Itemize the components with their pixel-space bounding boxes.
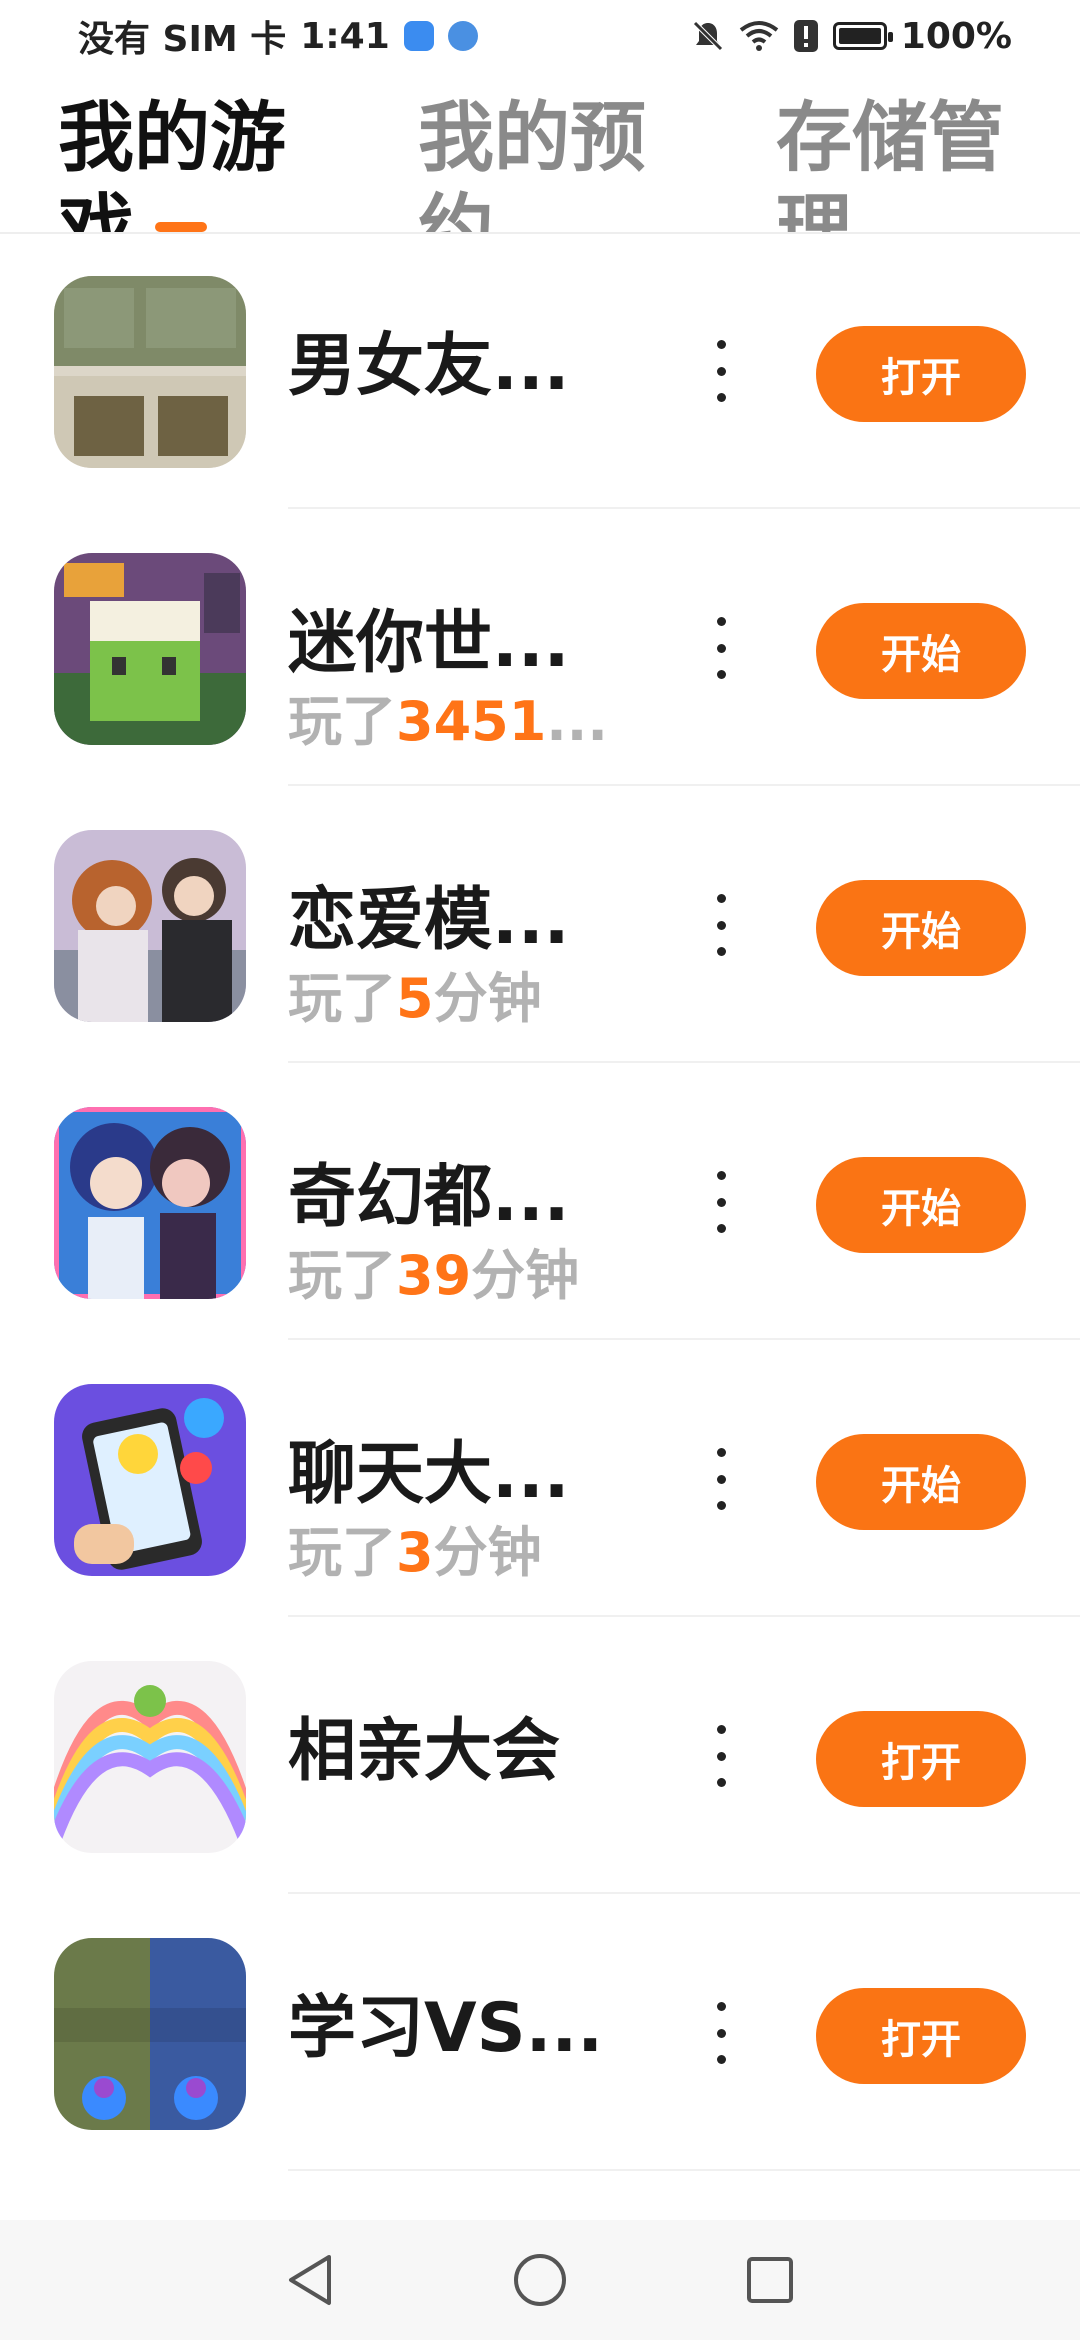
game-title: 相亲大会 <box>288 1712 561 1791</box>
open-button[interactable]: 打开 <box>816 326 1026 422</box>
play-time: 玩了5分钟 <box>288 954 542 1033</box>
more-options-icon[interactable] <box>706 1163 736 1241</box>
game-title: 学习VS... <box>288 1989 604 2068</box>
game-title: 恋爱模... <box>288 881 570 960</box>
start-button[interactable]: 开始 <box>816 1157 1026 1253</box>
more-options-icon[interactable] <box>706 1440 736 1518</box>
list-item[interactable]: 恋爱模... 玩了5分钟 开始 <box>0 786 1080 1063</box>
list-item[interactable]: 奇幻都... 玩了39分钟 开始 <box>0 1063 1080 1340</box>
play-time: 玩了39分钟 <box>288 1231 579 1310</box>
system-nav-bar <box>0 2220 1080 2340</box>
play-time-suffix: 分钟 <box>433 967 542 1030</box>
recents-icon[interactable] <box>740 2250 800 2310</box>
play-time-suffix: ... <box>546 690 608 753</box>
battery-text: 100% <box>900 15 1012 57</box>
more-options-icon[interactable] <box>706 1994 736 2072</box>
alert-icon <box>793 20 818 52</box>
start-button[interactable]: 开始 <box>816 603 1026 699</box>
list-item[interactable]: 相亲大会 打开 <box>0 1617 1080 1894</box>
game-icon-3 <box>54 830 246 1022</box>
mute-icon <box>693 21 723 51</box>
battery-icon <box>832 22 893 50</box>
open-button[interactable]: 打开 <box>816 1711 1026 1807</box>
status-left: 没有 SIM 卡 1:41 <box>78 10 478 62</box>
play-time-value: 3 <box>396 1521 434 1584</box>
play-time-suffix: 分钟 <box>471 1244 580 1307</box>
more-options-icon[interactable] <box>706 1717 736 1795</box>
game-title: 聊天大... <box>288 1435 570 1514</box>
back-icon[interactable] <box>280 2250 340 2310</box>
list-item[interactable]: 迷你世... 玩了3451... 开始 <box>0 509 1080 786</box>
play-time: 玩了3分钟 <box>288 1508 542 1587</box>
play-time-value: 3451 <box>396 690 547 753</box>
start-button[interactable]: 开始 <box>816 880 1026 976</box>
active-tab-indicator <box>155 222 207 232</box>
wifi-icon <box>739 21 779 51</box>
game-icon-1 <box>54 276 246 468</box>
home-icon[interactable] <box>510 2250 570 2310</box>
status-right: 100% <box>691 16 1012 57</box>
start-button[interactable]: 开始 <box>816 1434 1026 1530</box>
more-options-icon[interactable] <box>706 332 736 410</box>
clock: 1:41 <box>300 15 390 57</box>
play-time-prefix: 玩了 <box>288 1244 396 1307</box>
game-title: 奇幻都... <box>288 1158 570 1237</box>
game-icon-4 <box>54 1107 246 1299</box>
game-list: 男女友... 打开 迷你世... 玩了3451... 开始 恋爱模... 玩了5… <box>0 232 1080 2171</box>
list-item[interactable]: 学习VS... 打开 <box>0 1894 1080 2171</box>
status-bar: 没有 SIM 卡 1:41 100% <box>0 0 1080 72</box>
tab-storage-management[interactable]: 存储管理 <box>776 92 1016 232</box>
play-time-value: 39 <box>396 1244 472 1307</box>
game-icon-2 <box>54 553 246 745</box>
carrier-text: 没有 SIM 卡 <box>78 19 287 60</box>
cloud-icon <box>403 21 434 51</box>
play-time-value: 5 <box>396 967 434 1030</box>
play-time: 玩了3451... <box>288 677 608 756</box>
list-item[interactable]: 男女友... 打开 <box>0 232 1080 509</box>
list-item[interactable]: 聊天大... 玩了3分钟 开始 <box>0 1340 1080 1617</box>
play-time-suffix: 分钟 <box>433 1521 542 1584</box>
game-title: 男女友... <box>288 327 570 406</box>
game-icon-5 <box>54 1384 246 1576</box>
play-time-prefix: 玩了 <box>288 967 396 1030</box>
game-title: 迷你世... <box>288 604 570 683</box>
tab-bar: 我的游戏 我的预约 存储管理 <box>0 72 1080 234</box>
open-button[interactable]: 打开 <box>816 1988 1026 2084</box>
tab-my-reservations[interactable]: 我的预约 <box>418 92 658 232</box>
more-options-icon[interactable] <box>706 609 736 687</box>
tab-my-games[interactable]: 我的游戏 <box>58 92 298 232</box>
play-time-prefix: 玩了 <box>288 690 396 753</box>
game-icon-6 <box>54 1661 246 1853</box>
more-options-icon[interactable] <box>706 886 736 964</box>
play-time-prefix: 玩了 <box>288 1521 396 1584</box>
browser-icon <box>447 21 478 51</box>
game-icon-7 <box>54 1938 246 2130</box>
